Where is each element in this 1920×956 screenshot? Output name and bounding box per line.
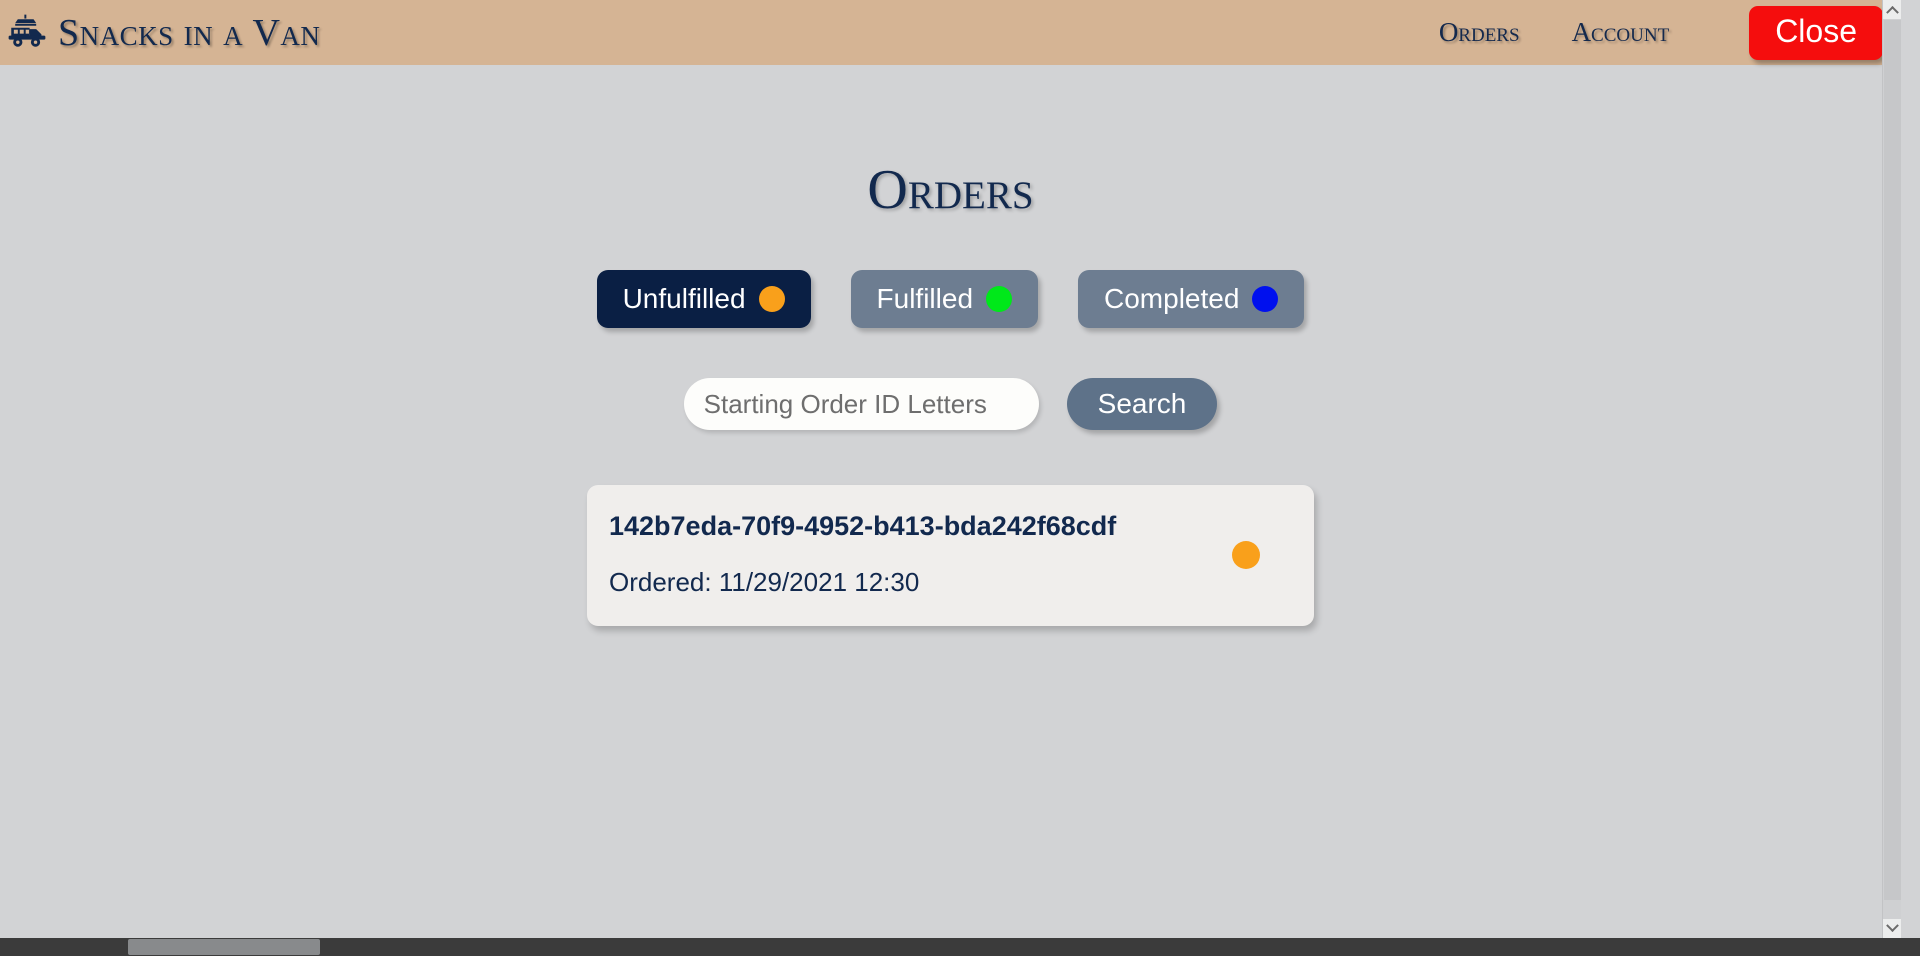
page-title: Orders <box>867 159 1034 221</box>
main-nav: Orders Account Close <box>1439 5 1901 60</box>
order-status-dot <box>1232 541 1260 570</box>
browser-viewport: Snacks in a Van Orders Account Close Ord… <box>0 0 1920 956</box>
orders-list: 142b7eda-70f9-4952-b413-bda242f68cdf Ord… <box>587 485 1314 626</box>
brand-name: Snacks in a Van <box>58 11 321 54</box>
status-dot-unfulfilled <box>758 286 785 312</box>
scroll-up-button[interactable] <box>1883 0 1901 19</box>
page-root: Snacks in a Van Orders Account Close Ord… <box>0 0 1901 938</box>
filter-tab-unfulfilled[interactable]: Unfulfilled <box>596 270 811 328</box>
filter-tab-unfulfilled-label: Unfulfilled <box>622 283 746 314</box>
order-card[interactable]: 142b7eda-70f9-4952-b413-bda242f68cdf Ord… <box>587 485 1314 626</box>
scroll-down-button[interactable] <box>1883 919 1901 938</box>
site-header: Snacks in a Van Orders Account Close <box>0 0 1901 65</box>
search-input[interactable] <box>683 378 1039 430</box>
order-id: 142b7eda-70f9-4952-b413-bda242f68cdf <box>609 511 1117 541</box>
filter-tab-completed[interactable]: Completed <box>1078 270 1305 328</box>
nav-link-orders[interactable]: Orders <box>1439 17 1520 48</box>
chevron-up-icon <box>1885 5 1899 19</box>
status-dot-completed <box>1252 286 1279 312</box>
order-ordered-date: Ordered: 11/29/2021 12:30 <box>609 567 920 598</box>
vertical-scrollbar-thumb[interactable] <box>1884 20 1901 900</box>
main-content: Orders Unfulfilled Fulfilled Completed S… <box>0 65 1901 626</box>
filter-tab-completed-label: Completed <box>1104 283 1240 314</box>
order-status-filter-group: Unfulfilled Fulfilled Completed <box>596 270 1305 328</box>
vertical-scrollbar[interactable] <box>1882 0 1901 938</box>
horizontal-scrollbar-thumb[interactable] <box>128 939 320 955</box>
status-dot-fulfilled <box>986 286 1013 312</box>
order-search-row: Search <box>683 378 1218 430</box>
filter-tab-fulfilled[interactable]: Fulfilled <box>850 270 1039 328</box>
food-truck-icon <box>6 12 48 54</box>
close-button[interactable]: Close <box>1749 5 1883 60</box>
chevron-down-icon <box>1885 919 1899 933</box>
horizontal-scrollbar[interactable] <box>0 938 1920 956</box>
brand-logo-link[interactable]: Snacks in a Van <box>6 11 320 55</box>
nav-link-account[interactable]: Account <box>1572 17 1670 48</box>
search-button[interactable]: Search <box>1066 378 1218 430</box>
filter-tab-fulfilled-label: Fulfilled <box>876 283 974 314</box>
